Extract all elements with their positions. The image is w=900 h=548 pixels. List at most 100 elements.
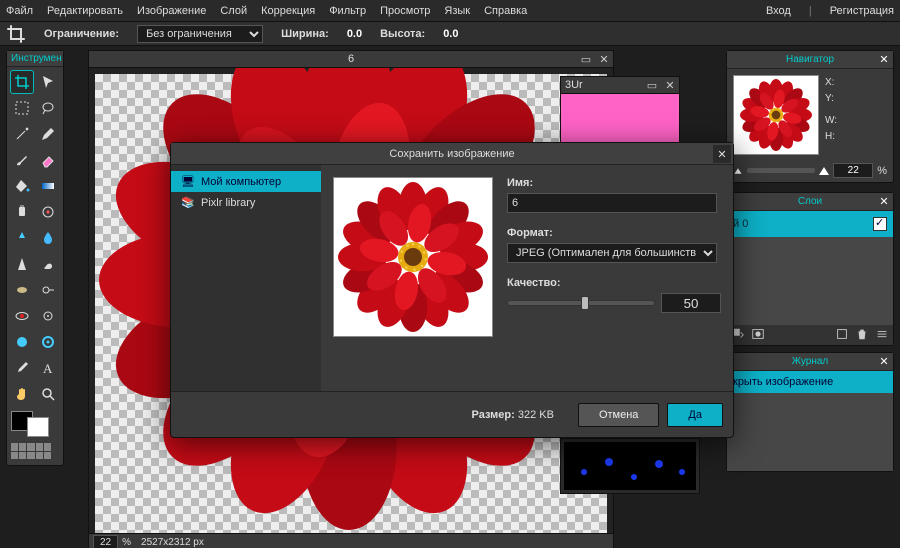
menu-help[interactable]: Справка xyxy=(484,5,527,17)
zoom-in-icon[interactable] xyxy=(819,167,829,175)
bucket-tool[interactable] xyxy=(11,175,33,197)
menu-adjustment[interactable]: Коррекция xyxy=(261,5,315,17)
type-tool[interactable]: A xyxy=(37,357,59,379)
crop-tool[interactable] xyxy=(11,71,33,93)
sponge-tool[interactable] xyxy=(11,279,33,301)
dialog-title: Сохранить изображение xyxy=(389,148,514,160)
replace-tool[interactable] xyxy=(37,201,59,223)
quality-label: Качество: xyxy=(507,277,721,289)
pct-icon: % xyxy=(122,537,131,548)
pencil-tool[interactable] xyxy=(37,123,59,145)
close-icon[interactable]: ✕ xyxy=(877,195,891,209)
constraint-select[interactable]: Без ограничения xyxy=(137,25,263,43)
name-input[interactable] xyxy=(507,193,717,213)
redeye-tool[interactable] xyxy=(11,305,33,327)
register-link[interactable]: Регистрация xyxy=(830,5,894,17)
bloat-tool[interactable] xyxy=(11,331,33,353)
draw-tool[interactable] xyxy=(11,227,33,249)
menu-image[interactable]: Изображение xyxy=(137,5,206,17)
layers-panel: Слои ✕ й 0 xyxy=(726,192,894,346)
marquee-tool[interactable] xyxy=(11,97,33,119)
delete-layer-icon[interactable] xyxy=(855,327,869,344)
pinch-tool[interactable] xyxy=(37,331,59,353)
menu-filter[interactable]: Фильтр xyxy=(329,5,366,17)
canvas-title: 6 xyxy=(348,53,354,65)
zoom-value[interactable]: 22 xyxy=(93,535,118,548)
zoom-slider[interactable] xyxy=(747,168,815,173)
move-tool[interactable] xyxy=(37,71,59,93)
crop-icon xyxy=(6,24,26,44)
zoom-out-icon[interactable] xyxy=(735,168,742,174)
dodge-tool[interactable] xyxy=(37,279,59,301)
history-item[interactable]: крыть изображение xyxy=(727,371,893,393)
menu-layer[interactable]: Слой xyxy=(220,5,247,17)
layer-row[interactable]: й 0 xyxy=(727,211,893,237)
layers-menu-icon[interactable] xyxy=(875,327,889,344)
blur-tool[interactable] xyxy=(37,227,59,249)
layers-title: Слои xyxy=(798,196,822,207)
hand-tool[interactable] xyxy=(11,383,33,405)
options-bar: Ограничение: Без ограничения Ширина: 0.0… xyxy=(0,22,900,46)
journal-title: Журнал xyxy=(792,356,829,367)
layer-name: й 0 xyxy=(733,218,748,230)
login-link[interactable]: Вход xyxy=(766,5,791,17)
name-label: Имя: xyxy=(507,177,721,189)
zoom-tool[interactable] xyxy=(37,383,59,405)
quality-slider[interactable] xyxy=(507,300,655,306)
toolbox-panel: Инструмен A xyxy=(6,50,64,466)
eraser-tool[interactable] xyxy=(37,149,59,171)
swatch-grid[interactable] xyxy=(11,443,51,459)
secondary-title: 3Ur xyxy=(565,79,583,91)
close-icon[interactable]: ✕ xyxy=(597,52,611,66)
menu-edit[interactable]: Редактировать xyxy=(47,5,123,17)
menu-bar: Файл Редактировать Изображение Слой Корр… xyxy=(0,0,900,22)
canvas-dims: 2527x2312 px xyxy=(141,537,204,548)
new-layer-icon[interactable] xyxy=(835,327,849,344)
navigator-title: Навигатор xyxy=(786,54,834,65)
close-icon[interactable]: ✕ xyxy=(713,145,731,163)
pct-icon: % xyxy=(877,165,887,177)
close-icon[interactable]: ✕ xyxy=(663,78,677,92)
menu-view[interactable]: Просмотр xyxy=(380,5,430,17)
width-label: Ширина: xyxy=(281,28,329,40)
secondary-titlebar[interactable]: 3Ur ▭ ✕ xyxy=(560,76,680,94)
picker-tool[interactable] xyxy=(11,357,33,379)
library-icon: 📚 xyxy=(181,196,195,209)
menu-language[interactable]: Язык xyxy=(444,5,470,17)
visibility-checkbox[interactable] xyxy=(873,217,887,231)
gradient-tool[interactable] xyxy=(37,175,59,197)
menu-file[interactable]: Файл xyxy=(6,5,33,17)
navigator-panel: Навигатор ✕ X:Y: W:H: % xyxy=(726,50,894,183)
quality-input[interactable] xyxy=(661,293,721,313)
navigator-thumb[interactable] xyxy=(733,75,819,155)
maximize-icon[interactable]: ▭ xyxy=(645,78,659,92)
height-label: Высота: xyxy=(380,28,425,40)
brush-tool[interactable] xyxy=(11,149,33,171)
save-preview xyxy=(333,177,493,337)
preview-strip xyxy=(560,438,700,494)
close-icon[interactable]: ✕ xyxy=(877,355,891,369)
wand-tool[interactable] xyxy=(11,123,33,145)
monitor-icon: 🖥 xyxy=(181,175,195,188)
cancel-button[interactable]: Отмена xyxy=(578,403,659,427)
smudge-tool[interactable] xyxy=(37,253,59,275)
canvas-titlebar[interactable]: 6 ▭ ✕ xyxy=(88,50,614,68)
dialog-titlebar[interactable]: Сохранить изображение ✕ xyxy=(171,143,733,165)
dest-my-computer[interactable]: 🖥 Мой компьютер xyxy=(171,171,321,192)
layer-mask-icon[interactable] xyxy=(751,327,765,344)
toolbox-title: Инструмен xyxy=(7,51,63,67)
lasso-tool[interactable] xyxy=(37,97,59,119)
sharpen-tool[interactable] xyxy=(11,253,33,275)
color-swatches[interactable] xyxy=(7,409,63,441)
dest-pixlr-library[interactable]: 📚 Pixlr library xyxy=(171,192,321,213)
clone-tool[interactable] xyxy=(11,201,33,223)
format-select[interactable]: JPEG (Оптимален для большинства фотогра xyxy=(507,243,717,263)
file-size: Размер: 322 KB xyxy=(472,409,554,421)
spot-tool[interactable] xyxy=(37,305,59,327)
maximize-icon[interactable]: ▭ xyxy=(579,52,593,66)
navigator-stats: X:Y: W:H: xyxy=(825,75,887,155)
ok-button[interactable]: Да xyxy=(667,403,723,427)
close-icon[interactable]: ✕ xyxy=(877,53,891,67)
save-dialog: Сохранить изображение ✕ 🖥 Мой компьютер … xyxy=(170,142,734,438)
navigator-zoom-input[interactable] xyxy=(833,163,873,178)
